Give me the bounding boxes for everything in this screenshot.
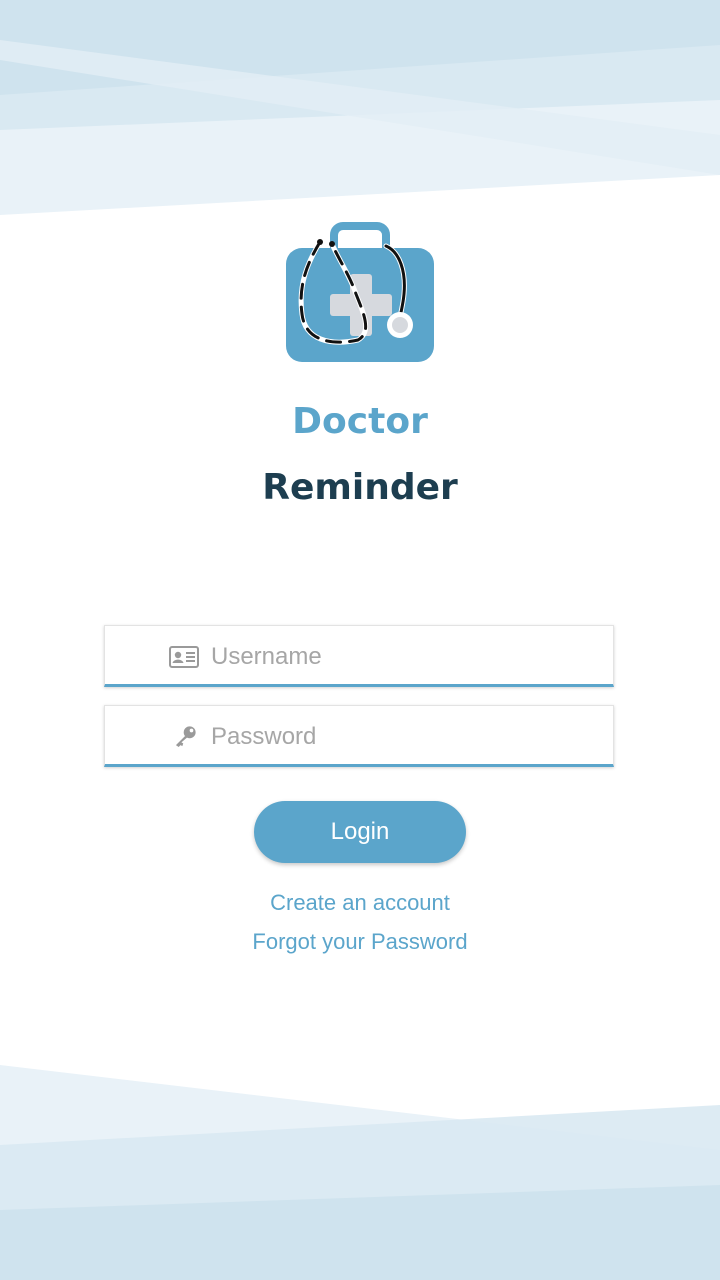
password-placeholder: Password xyxy=(211,723,317,750)
password-input[interactable]: Password xyxy=(104,705,614,767)
username-input[interactable]: Username xyxy=(104,625,614,687)
forgot-password-link[interactable]: Forgot your Password xyxy=(0,929,720,955)
key-icon xyxy=(175,726,196,747)
app-title-doctor: Doctor xyxy=(292,401,428,442)
medical-bag-logo-icon xyxy=(286,222,434,362)
login-button[interactable]: Login xyxy=(254,801,466,863)
username-placeholder: Username xyxy=(211,643,322,670)
app-title-reminder: Reminder xyxy=(262,467,458,508)
create-account-link[interactable]: Create an account xyxy=(0,890,720,916)
login-screen: Doctor Reminder Username Password Login … xyxy=(0,0,720,1280)
id-card-icon xyxy=(169,646,199,668)
